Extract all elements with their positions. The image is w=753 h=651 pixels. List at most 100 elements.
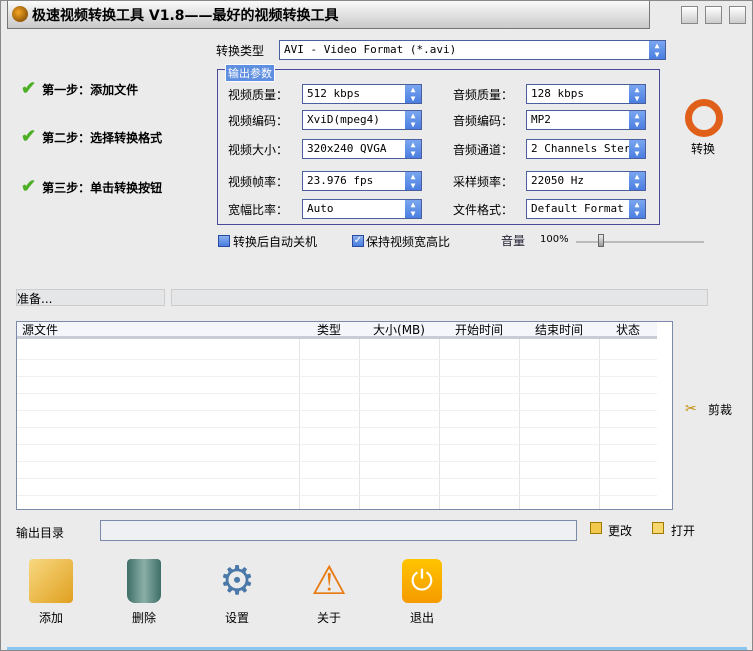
app-icon xyxy=(12,6,28,22)
spin-arrows-icon: ▲ ▼ xyxy=(405,200,421,218)
select-value: 23.976 fps xyxy=(307,174,374,187)
row-line xyxy=(17,410,657,411)
step-label: 第二步：选择转换格式 xyxy=(42,131,163,145)
button-label: 添加 xyxy=(38,611,63,625)
select-value: XviD(mpeg4) xyxy=(307,113,380,126)
column-header[interactable]: 类型 xyxy=(299,322,359,339)
bottom-edge xyxy=(7,647,747,650)
column-divider xyxy=(359,339,360,509)
param-label: 视频编码： xyxy=(228,114,289,128)
param-select[interactable]: 2 Channels Stereo ▲ ▼ xyxy=(526,139,646,159)
step-3: ✔ 第三步：单击转换按钮 xyxy=(21,176,162,197)
output-dir-input[interactable] xyxy=(100,520,577,541)
param-label: 视频大小： xyxy=(228,143,289,157)
spin-arrows-icon: ▲ ▼ xyxy=(405,85,421,103)
row-line xyxy=(17,444,657,445)
check-icon: ✔ xyxy=(21,78,37,99)
spin-arrows-icon: ▲ ▼ xyxy=(649,41,665,59)
auto-shutdown-label: 转换后自动关机 xyxy=(233,235,318,249)
column-header[interactable]: 源文件 xyxy=(17,322,299,339)
select-value: 22050 Hz xyxy=(531,174,584,187)
close-button[interactable] xyxy=(729,6,746,24)
check-icon: ✔ xyxy=(21,176,37,197)
column-header[interactable]: 结束时间 xyxy=(519,322,599,339)
maximize-button[interactable] xyxy=(705,6,722,24)
convert-button[interactable]: 转换 xyxy=(691,140,715,157)
param-select[interactable]: Auto ▲ ▼ xyxy=(302,199,422,219)
check-icon: ✔ xyxy=(21,126,37,147)
volume-slider[interactable] xyxy=(576,241,704,243)
change-button[interactable]: 更改 xyxy=(608,522,632,539)
column-header[interactable]: 开始时间 xyxy=(439,322,519,339)
param-select[interactable]: 320x240 QVGA ▲ ▼ xyxy=(302,139,422,159)
param-select[interactable]: 22050 Hz ▲ ▼ xyxy=(526,171,646,191)
exit-button[interactable]: ⏻ 退出 xyxy=(392,559,452,626)
spin-arrows-icon: ▲ ▼ xyxy=(405,172,421,190)
ubuntu-icon[interactable] xyxy=(685,99,723,137)
row-line xyxy=(17,359,657,360)
select-value: AVI - Video Format (*.avi) xyxy=(284,43,457,56)
keep-aspect-checkbox[interactable]: ✓ xyxy=(352,235,364,247)
param-select[interactable]: 128 kbps ▲ ▼ xyxy=(526,84,646,104)
select-value: Auto xyxy=(307,202,334,215)
scissors-icon[interactable]: ✂ xyxy=(685,401,697,417)
folder-icon xyxy=(590,522,602,534)
cut-button[interactable]: 剪裁 xyxy=(708,401,732,418)
row-line xyxy=(17,478,657,479)
row-line xyxy=(17,427,657,428)
minimize-button[interactable] xyxy=(681,6,698,24)
about-button[interactable]: ⚠ 关于 xyxy=(299,559,359,626)
step-2: ✔ 第二步：选择转换格式 xyxy=(21,126,162,147)
param-select[interactable]: 512 kbps ▲ ▼ xyxy=(302,84,422,104)
delete-button[interactable]: 删除 xyxy=(114,559,174,626)
row-line xyxy=(17,376,657,377)
folder-add-icon xyxy=(29,559,73,603)
open-button[interactable]: 打开 xyxy=(671,522,695,539)
spin-arrows-icon: ▲ ▼ xyxy=(629,111,645,129)
spin-arrows-icon: ▲ ▼ xyxy=(629,172,645,190)
param-select[interactable]: 23.976 fps ▲ ▼ xyxy=(302,171,422,191)
status-text-box: 准备... xyxy=(16,289,165,306)
convert-type-select[interactable]: AVI - Video Format (*.avi) ▲ ▼ xyxy=(279,40,666,60)
auto-shutdown-checkbox[interactable] xyxy=(218,235,230,247)
title-bar: 极速视频转换工具 V1.8——最好的视频转换工具 xyxy=(7,1,650,29)
settings-button[interactable]: ⚙ 设置 xyxy=(207,559,267,626)
button-label: 删除 xyxy=(131,611,156,625)
step-label: 第三步：单击转换按钮 xyxy=(42,181,163,195)
window-title: 极速视频转换工具 V1.8——最好的视频转换工具 xyxy=(32,8,339,24)
step-label: 第一步：添加文件 xyxy=(42,83,139,97)
spin-arrows-icon: ▲ ▼ xyxy=(629,85,645,103)
param-label: 视频帧率： xyxy=(228,175,289,189)
spin-arrows-icon: ▲ ▼ xyxy=(405,140,421,158)
param-label: 宽幅比率： xyxy=(228,203,289,217)
select-value: 2 Channels Stereo xyxy=(531,142,644,155)
spin-arrows-icon: ▲ ▼ xyxy=(629,200,645,218)
convert-type-label: 转换类型 xyxy=(216,44,265,58)
button-label: 关于 xyxy=(316,611,341,625)
file-table[interactable]: 源文件 类型 大小(MB) 开始时间 结束时间 状态 xyxy=(16,321,673,510)
spin-arrows-icon: ▲ ▼ xyxy=(405,111,421,129)
gear-icon: ⚙ xyxy=(219,558,255,604)
column-divider xyxy=(439,339,440,509)
group-title: 输出参数 xyxy=(225,64,275,82)
select-value: 512 kbps xyxy=(307,87,360,100)
row-line xyxy=(17,393,657,394)
column-divider xyxy=(599,339,600,509)
param-label: 视频质量： xyxy=(228,88,289,102)
column-header[interactable]: 大小(MB) xyxy=(359,322,439,339)
param-select[interactable]: Default Format ▲ ▼ xyxy=(526,199,646,219)
output-dir-label: 输出目录 xyxy=(16,526,65,540)
volume-slider-thumb[interactable] xyxy=(597,234,604,247)
volume-label: 音量 xyxy=(501,234,526,248)
power-icon: ⏻ xyxy=(402,559,442,603)
progress-bar xyxy=(171,289,708,306)
param-label: 音频通道： xyxy=(453,143,514,157)
warning-icon: ⚠ xyxy=(311,558,347,604)
param-select[interactable]: MP2 ▲ ▼ xyxy=(526,110,646,130)
status-text: 准备... xyxy=(17,292,53,306)
row-line xyxy=(17,495,657,496)
param-select[interactable]: XviD(mpeg4) ▲ ▼ xyxy=(302,110,422,130)
button-label: 退出 xyxy=(409,611,434,625)
column-header[interactable]: 状态 xyxy=(599,322,657,339)
add-button[interactable]: 添加 xyxy=(21,559,81,626)
